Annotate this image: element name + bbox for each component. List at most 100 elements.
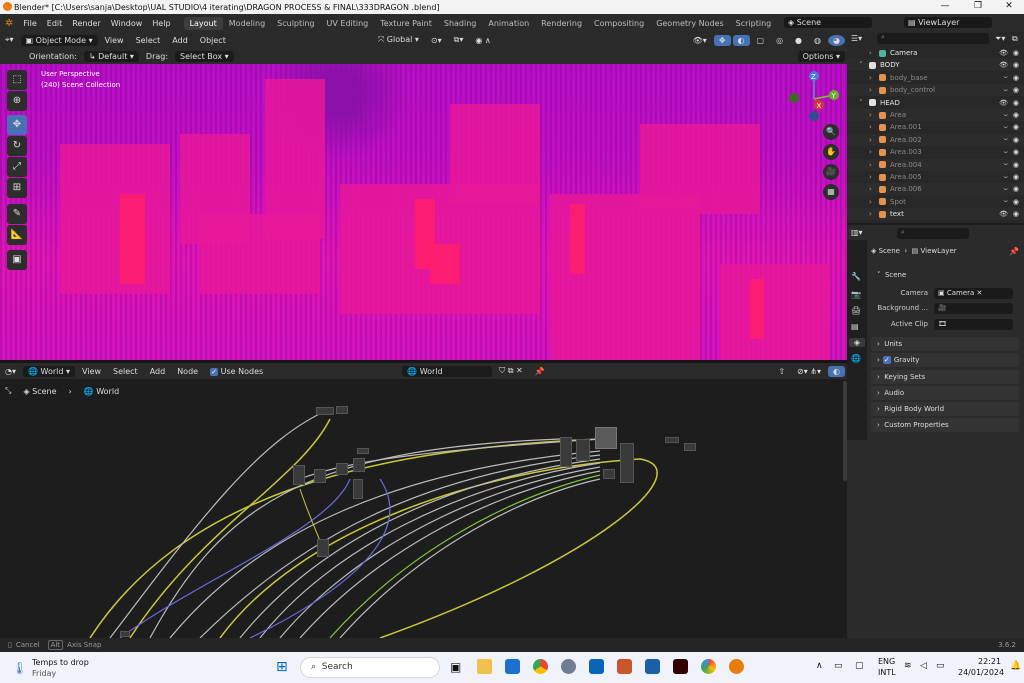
notification-bell-icon[interactable]: 🔔 <box>1010 661 1021 671</box>
language-bottom[interactable]: INTL <box>878 668 896 677</box>
outliner-row[interactable]: › Area.003 ⌣ ◉ <box>847 146 1024 158</box>
node-menu-select[interactable]: Select <box>108 366 143 377</box>
visibility-eye-icon[interactable]: ⌣ <box>1003 111 1008 120</box>
viewport-menu-view[interactable]: View <box>100 35 129 46</box>
editor-type-icon[interactable]: ⌖▾ <box>0 34 19 46</box>
chrome-profile-icon[interactable] <box>701 659 716 674</box>
render-camera-icon[interactable]: ◉ <box>1013 148 1019 156</box>
visibility-eye-icon[interactable]: 👁 <box>999 210 1008 218</box>
shader-node[interactable] <box>336 406 348 414</box>
render-camera-icon[interactable]: ◉ <box>1013 49 1019 57</box>
tab-scripting[interactable]: Scripting <box>730 17 778 30</box>
xray-icon[interactable]: ▢ <box>752 35 770 46</box>
wifi-icon[interactable]: ≋ <box>904 661 912 671</box>
expand-arrow-icon[interactable]: › <box>869 148 872 156</box>
visibility-eye-icon[interactable]: 👁 <box>999 99 1008 107</box>
menu-window[interactable]: Window <box>106 19 148 28</box>
taskbar-search-box[interactable]: ⌕ Search <box>300 657 440 678</box>
menu-help[interactable]: Help <box>147 19 175 28</box>
3d-viewport[interactable]: User Perspective (240) Scene Collection … <box>0 64 847 360</box>
visibility-eye-icon[interactable]: ⌣ <box>1003 148 1008 157</box>
rotate-tool-icon[interactable]: ↻ <box>7 136 27 156</box>
outliner-row[interactable]: › Area.002 ⌣ ◉ <box>847 133 1024 146</box>
outliner-row[interactable]: › text 👁 ◉ <box>847 208 1024 221</box>
shader-node[interactable] <box>684 443 696 451</box>
scene-tab-icon[interactable]: ◈ <box>849 338 865 347</box>
language-top[interactable]: ENG <box>878 657 895 666</box>
tray-chevron-icon[interactable]: ∧ <box>816 661 823 671</box>
shading-material-icon[interactable]: ◍ <box>809 35 826 46</box>
close-button[interactable]: ✕ <box>994 1 1024 11</box>
mail-icon[interactable] <box>645 659 660 674</box>
tab-geometry-nodes[interactable]: Geometry Nodes <box>650 17 729 30</box>
transform-orientation-dropdown[interactable]: ⤧ Global ▾ <box>373 34 424 46</box>
overlay-toggle-icon[interactable]: ◐ <box>732 34 750 46</box>
windows-start-icon[interactable]: ⊞ <box>276 659 288 675</box>
task-view-icon[interactable]: ▣ <box>450 660 461 674</box>
blender-taskbar-icon[interactable] <box>729 659 744 674</box>
node-editor-canvas[interactable] <box>0 379 847 638</box>
render-camera-icon[interactable]: ◉ <box>1013 123 1019 131</box>
orientation-dropdown[interactable]: ↳ Default ▾ <box>83 50 139 62</box>
node-editor-type-icon[interactable]: ◔▾ <box>0 366 21 377</box>
tab-rendering[interactable]: Rendering <box>535 17 588 30</box>
render-camera-icon[interactable]: ◉ <box>1013 173 1019 181</box>
filter-icon[interactable]: ⏷▾ <box>995 34 1005 44</box>
outliner-row[interactable]: › Area.004 ⌣ ◉ <box>847 158 1024 171</box>
units-section-header[interactable]: › Units <box>871 337 1019 351</box>
properties-search-input[interactable]: ⌕ <box>897 228 969 239</box>
snapping-icon[interactable]: ⊘▾ ⋔▾ <box>792 366 826 377</box>
render-camera-icon[interactable]: ◉ <box>1013 61 1019 69</box>
maximize-button[interactable]: ❐ <box>963 1 993 11</box>
outliner-row[interactable]: › body_base ⌣ ◉ <box>847 72 1024 84</box>
visibility-eye-icon[interactable]: ⌣ <box>1003 185 1008 194</box>
measure-tool-icon[interactable]: 📐 <box>7 225 27 245</box>
tab-uv-editing[interactable]: UV Editing <box>321 17 375 30</box>
tab-animation[interactable]: Animation <box>482 17 535 30</box>
tool-tab-icon[interactable]: 🔧 <box>851 272 861 281</box>
annotate-tool-icon[interactable]: ✎ <box>7 204 27 224</box>
expand-arrow-icon[interactable]: › <box>869 198 872 206</box>
expand-arrow-icon[interactable]: › <box>869 185 872 193</box>
properties-editor-icon[interactable]: ▥▾ <box>851 228 863 237</box>
render-camera-icon[interactable]: ◉ <box>1013 86 1019 94</box>
add-cube-tool-icon[interactable]: ▣ <box>7 250 27 270</box>
active-clip-field[interactable]: 🎞 <box>934 319 1013 330</box>
select-tool-icon[interactable]: ⬚ <box>7 70 27 90</box>
chrome-icon[interactable] <box>533 659 548 674</box>
gravity-section-header[interactable]: › ✓ Gravity <box>871 353 1019 367</box>
outliner-row[interactable]: ˅ BODY 👁 ◉ <box>847 59 1024 72</box>
properties-pin-icon[interactable]: 📌 <box>1009 247 1019 256</box>
clock-time[interactable]: 22:21 <box>978 657 1001 666</box>
node-menu-add[interactable]: Add <box>145 366 171 377</box>
outlook-icon[interactable] <box>589 659 604 674</box>
menu-file[interactable]: File <box>18 19 41 28</box>
expand-arrow-icon[interactable]: › <box>869 123 872 131</box>
outliner-row[interactable]: › body_control ⌣ ◉ <box>847 84 1024 97</box>
weather-icon[interactable]: 🌡 <box>12 661 27 675</box>
file-explorer-icon[interactable] <box>477 659 492 674</box>
shader-node[interactable] <box>353 458 365 472</box>
options-dropdown[interactable]: Options ▾ <box>797 50 845 62</box>
new-collection-icon[interactable]: ⧉ <box>1012 34 1018 44</box>
tab-compositing[interactable]: Compositing <box>588 17 650 30</box>
parent-tree-icon[interactable]: ⇧ <box>773 366 790 377</box>
tab-sculpting[interactable]: Sculpting <box>271 17 320 30</box>
expand-arrow-icon[interactable]: ˅ <box>859 61 863 69</box>
object-mode-dropdown[interactable]: ▣ Object Mode ▾ <box>20 34 98 46</box>
shader-node[interactable] <box>293 465 305 485</box>
shader-node[interactable] <box>560 437 572 467</box>
blender-menu-icon[interactable]: ✲ <box>0 18 18 29</box>
illustrator-icon[interactable] <box>673 659 688 674</box>
node-menu-view[interactable]: View <box>77 366 106 377</box>
outliner-row[interactable]: › Area.006 ⌣ ◉ <box>847 183 1024 196</box>
use-nodes-toggle[interactable]: ✓ Use Nodes <box>205 366 268 377</box>
transform-tool-icon[interactable]: ⊞ <box>7 178 27 198</box>
zoom-icon[interactable]: 🔍 <box>823 124 839 140</box>
visibility-eye-icon[interactable]: ⌣ <box>1003 86 1008 95</box>
tray-app-icon[interactable]: ▭ <box>834 661 843 671</box>
render-camera-icon[interactable]: ◉ <box>1013 198 1019 206</box>
pin-icon[interactable]: 📌 <box>530 366 550 377</box>
shader-node[interactable] <box>314 469 326 483</box>
render-camera-icon[interactable]: ◉ <box>1013 111 1019 119</box>
